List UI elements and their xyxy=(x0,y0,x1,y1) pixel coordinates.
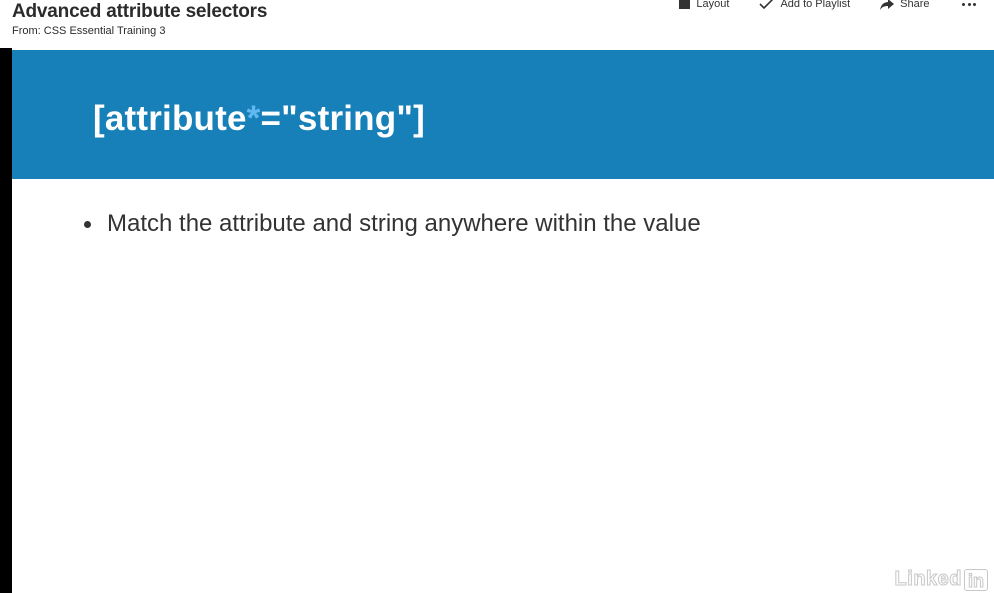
linkedin-watermark-box: in xyxy=(964,568,988,591)
share-label: Share xyxy=(900,0,930,10)
checkmark-icon xyxy=(759,0,774,10)
add-to-playlist-button[interactable]: Add to Playlist xyxy=(759,0,850,10)
video-player[interactable]: [attribute*="string"] Match the attribut… xyxy=(0,48,994,593)
video-title: Advanced attribute selectors xyxy=(12,1,268,22)
slide-heading-prefix: [attribute xyxy=(93,99,247,138)
linkedin-watermark-text: Linked xyxy=(894,568,962,591)
layout-label: Layout xyxy=(696,0,730,10)
more-options-button[interactable] xyxy=(960,2,976,6)
layout-button[interactable]: Layout xyxy=(679,0,729,10)
video-letterbox-edge xyxy=(0,48,12,593)
course-header: Advanced attribute selectors From: CSS E… xyxy=(0,0,994,48)
share-arrow-icon xyxy=(880,0,895,10)
linkedin-watermark-logo: Linked in xyxy=(894,568,988,591)
more-dot-icon xyxy=(962,2,965,6)
more-dot-icon xyxy=(973,2,976,6)
add-to-playlist-label: Add to Playlist xyxy=(780,0,851,10)
slide-bullet-item: Match the attribute and string anywhere … xyxy=(84,210,701,238)
bullet-dot-icon xyxy=(84,220,91,228)
slide-heading-operator: * xyxy=(246,99,261,138)
slide-bullet-list: Match the attribute and string anywhere … xyxy=(84,210,701,238)
video-toolbar: Layout Add to Playlist Share xyxy=(649,0,976,12)
slide-heading-suffix: ="string"] xyxy=(260,99,425,138)
slide-heading: [attribute*="string"] xyxy=(93,99,425,139)
more-dot-icon xyxy=(967,2,971,6)
slide-bullet-text: Match the attribute and string anywhere … xyxy=(107,210,701,237)
app-window: Advanced attribute selectors From: CSS E… xyxy=(0,0,994,593)
slide-title-banner: [attribute*="string"] xyxy=(12,50,994,179)
share-button[interactable]: Share xyxy=(880,0,930,10)
layout-icon xyxy=(679,0,691,9)
course-source-label[interactable]: From: CSS Essential Training 3 xyxy=(12,25,165,37)
